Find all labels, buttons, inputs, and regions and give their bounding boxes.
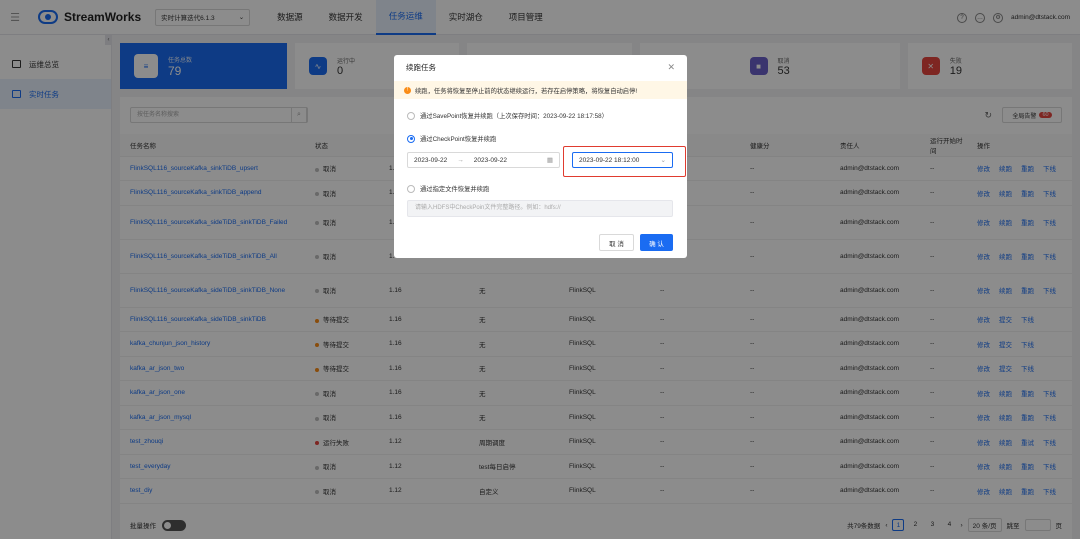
range-end: 2023-09-22 <box>473 156 507 164</box>
hdfs-path-input[interactable]: 请输入HDFS中CheckPoin文件完整路径。例如：hdfs:// <box>407 200 673 217</box>
hdfs-path-placeholder: 请输入HDFS中CheckPoin文件完整路径。例如：hdfs:// <box>415 205 561 211</box>
option-savepoint[interactable]: 通过SavePoint恢复并续跑（上次保存时间：2023-09-22 18:17… <box>394 111 687 120</box>
calendar-icon: ▦ <box>546 157 553 164</box>
checkpoint-value: 2023-09-22 18:12:00 <box>579 156 640 164</box>
chevron-down-icon: ⌄ <box>660 157 666 164</box>
range-start: 2023-09-22 <box>414 156 448 164</box>
option-label: 通过SavePoint恢复并续跑（上次保存时间：2023-09-22 18:17… <box>420 113 608 120</box>
warning-banner: ! 续跑，任务将恢复至停止前的状态继续运行，若存在启停策略，将恢复自动启停! <box>394 81 687 99</box>
option-label: 通过CheckPoint恢复并续跑 <box>420 136 497 143</box>
option-file[interactable]: 通过指定文件恢复并续跑 <box>394 184 489 193</box>
cancel-button[interactable]: 取 消 <box>599 234 634 251</box>
resume-task-modal: 续跑任务 ✕ ! 续跑，任务将恢复至停止前的状态继续运行，若存在启停策略，将恢复… <box>394 55 687 258</box>
arrow-right-icon: → <box>457 156 464 164</box>
warning-icon: ! <box>404 86 411 94</box>
radio-checkpoint[interactable] <box>407 134 415 143</box>
modal-header: 续跑任务 ✕ <box>394 55 687 79</box>
option-checkpoint[interactable]: 通过CheckPoint恢复并续跑 <box>394 134 687 143</box>
date-range-picker[interactable]: 2023-09-22 → 2023-09-22 ▦ <box>407 152 560 168</box>
modal-title: 续跑任务 <box>406 62 436 72</box>
radio-file[interactable] <box>407 184 415 193</box>
checkpoint-select[interactable]: 2023-09-22 18:12:00 ⌄ <box>572 152 673 168</box>
option-label: 通过指定文件恢复并续跑 <box>420 186 490 193</box>
confirm-button[interactable]: 确 认 <box>640 234 673 251</box>
warning-text: 续跑，任务将恢复至停止前的状态继续运行，若存在启停策略，将恢复自动启停! <box>415 87 638 95</box>
close-icon[interactable]: ✕ <box>667 62 675 73</box>
radio-savepoint[interactable] <box>407 111 415 120</box>
